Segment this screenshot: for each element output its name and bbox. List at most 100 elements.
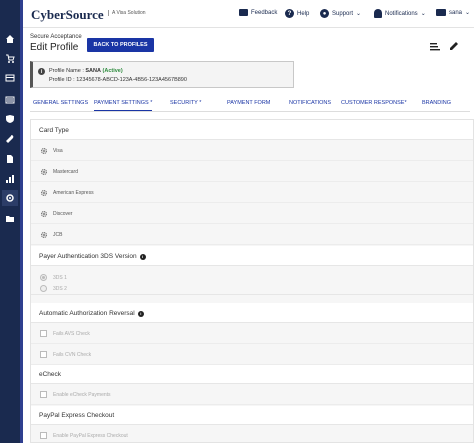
tab-branding[interactable]: BRANDING bbox=[422, 100, 451, 106]
sidebar bbox=[0, 0, 23, 443]
card-type-title: Card Type bbox=[39, 127, 69, 134]
bank-icon[interactable] bbox=[4, 94, 16, 106]
folder-icon[interactable] bbox=[4, 213, 16, 225]
auth-reversal-title: Automatic Authorization Reversal i bbox=[39, 310, 144, 317]
profile-id-line: Profile ID : 12345678-ABCD-123A-4B56-123… bbox=[49, 77, 187, 83]
info-icon[interactable]: i bbox=[139, 253, 146, 260]
avs-label: Fails AVS Check bbox=[53, 331, 90, 337]
payer-auth-section: Payer Authentication 3DS Version i bbox=[31, 246, 473, 266]
radio-3ds2-label: 3DS 2 bbox=[53, 286, 67, 292]
user-icon bbox=[436, 9, 446, 16]
list-view-icon[interactable] bbox=[430, 43, 440, 51]
profile-id-value: 12345678-ABCD-123A-4B56-123A4567B890 bbox=[76, 77, 187, 83]
paypal-section: PayPal Express Checkout bbox=[31, 406, 473, 425]
gear-icon[interactable] bbox=[40, 210, 48, 218]
support-icon: ● bbox=[320, 9, 329, 18]
notifications-menu[interactable]: Notifications ⌄ bbox=[374, 9, 426, 18]
tab-payment-settings[interactable]: PAYMENT SETTINGS * bbox=[94, 100, 153, 111]
support-label: Support bbox=[332, 10, 354, 17]
avs-check-row[interactable]: Fails AVS Check bbox=[31, 324, 473, 344]
edit-pencil-icon[interactable] bbox=[449, 41, 459, 51]
paypal-row[interactable]: Enable PayPal Express Checkout bbox=[31, 426, 473, 442]
gear-icon[interactable] bbox=[40, 231, 48, 239]
shield-icon[interactable] bbox=[4, 113, 16, 125]
card-option-label: Mastercard bbox=[53, 169, 79, 175]
home-icon[interactable] bbox=[4, 33, 16, 45]
gear-icon[interactable] bbox=[40, 189, 48, 197]
echeck-section: eCheck bbox=[31, 365, 473, 384]
echeck-label: Enable eCheck Payments bbox=[53, 392, 111, 398]
auth-reversal-title-text: Automatic Authorization Reversal bbox=[39, 310, 135, 317]
info-icon: i bbox=[38, 68, 45, 75]
paypal-title: PayPal Express Checkout bbox=[39, 412, 115, 419]
tab-payment-form[interactable]: PAYMENT FORM bbox=[227, 100, 270, 106]
chevron-down-icon: ⌄ bbox=[356, 11, 362, 17]
user-name: sana bbox=[449, 9, 463, 16]
payment-settings-panel: Card Type Visa Mastercard American Expre… bbox=[30, 119, 474, 443]
settings-tabs: GENERAL SETTINGS PAYMENT SETTINGS * SECU… bbox=[30, 98, 470, 112]
radio-3ds2[interactable] bbox=[40, 285, 47, 292]
card-option-label: American Express bbox=[53, 190, 94, 196]
card-option-discover[interactable]: Discover bbox=[31, 204, 473, 224]
top-header: CyberSource A Visa Solution Feedback ? H… bbox=[23, 0, 474, 28]
echeck-row[interactable]: Enable eCheck Payments bbox=[31, 385, 473, 405]
auth-reversal-section: Automatic Authorization Reversal i bbox=[31, 303, 473, 323]
brand-logo: CyberSource bbox=[31, 7, 104, 22]
echeck-checkbox[interactable] bbox=[40, 391, 47, 398]
feedback-icon bbox=[239, 9, 248, 16]
gear-icon[interactable] bbox=[40, 168, 48, 176]
card-option-label: Discover bbox=[53, 211, 73, 217]
profile-name-label: Profile Name : bbox=[49, 68, 84, 74]
payer-auth-options: 3DS 1 3DS 2 bbox=[31, 267, 473, 295]
user-menu[interactable]: sana ⌄ bbox=[436, 9, 470, 16]
help-link[interactable]: ? Help bbox=[285, 9, 309, 18]
info-icon[interactable]: i bbox=[137, 310, 144, 317]
card-icon[interactable] bbox=[4, 72, 16, 84]
echeck-title: eCheck bbox=[39, 371, 62, 378]
payer-auth-title-text: Payer Authentication 3DS Version bbox=[39, 253, 137, 260]
wrench-icon[interactable] bbox=[4, 133, 16, 145]
paypal-label: Enable PayPal Express Checkout bbox=[53, 433, 128, 439]
bell-icon bbox=[374, 9, 382, 18]
profile-status: (Active) bbox=[102, 68, 123, 74]
card-option-visa[interactable]: Visa bbox=[31, 141, 473, 161]
document-icon[interactable] bbox=[4, 153, 16, 165]
tab-customer-response[interactable]: CUSTOMER RESPONSE* bbox=[341, 100, 407, 106]
breadcrumb[interactable]: Secure Acceptance bbox=[30, 34, 82, 40]
help-label: Help bbox=[297, 10, 310, 17]
profile-id-label: Profile ID : bbox=[49, 77, 75, 83]
profile-name-value: SANA bbox=[85, 68, 101, 74]
settings-gear-icon[interactable] bbox=[2, 190, 18, 206]
card-type-section: Card Type bbox=[31, 120, 473, 140]
support-menu[interactable]: ● Support ⌄ bbox=[320, 9, 361, 18]
page-title: Edit Profile bbox=[30, 42, 79, 53]
cvn-checkbox[interactable] bbox=[40, 351, 47, 358]
profile-info-box: i Profile Name : SANA (Active) Profile I… bbox=[30, 61, 294, 88]
card-option-amex[interactable]: American Express bbox=[31, 183, 473, 203]
sidebar-accent bbox=[20, 0, 23, 443]
cvn-check-row[interactable]: Fails CVN Check bbox=[31, 345, 473, 365]
gear-icon[interactable] bbox=[40, 147, 48, 155]
card-option-label: JCB bbox=[53, 232, 63, 238]
payer-auth-title: Payer Authentication 3DS Version i bbox=[39, 253, 146, 260]
paypal-checkbox[interactable] bbox=[40, 432, 47, 439]
back-to-profiles-button[interactable]: BACK TO PROFILES bbox=[87, 38, 154, 52]
tab-notifications[interactable]: NOTIFICATIONS bbox=[289, 100, 331, 106]
cart-icon[interactable] bbox=[4, 53, 16, 65]
feedback-link[interactable]: Feedback bbox=[239, 9, 277, 16]
avs-checkbox[interactable] bbox=[40, 330, 47, 337]
chart-icon[interactable] bbox=[4, 173, 16, 185]
brand-subtitle: A Visa Solution bbox=[108, 10, 146, 16]
radio-3ds1[interactable] bbox=[40, 274, 47, 281]
profile-name-line: Profile Name : SANA (Active) bbox=[49, 68, 123, 74]
feedback-label: Feedback bbox=[251, 9, 278, 16]
help-icon: ? bbox=[285, 9, 294, 18]
card-option-mastercard[interactable]: Mastercard bbox=[31, 162, 473, 182]
chevron-down-icon: ⌄ bbox=[420, 11, 426, 17]
card-option-jcb[interactable]: JCB bbox=[31, 225, 473, 245]
tab-security[interactable]: SECURITY * bbox=[170, 100, 201, 106]
chevron-down-icon: ⌄ bbox=[465, 10, 471, 16]
notifications-label: Notifications bbox=[385, 10, 418, 17]
radio-3ds1-label: 3DS 1 bbox=[53, 275, 67, 281]
tab-general-settings[interactable]: GENERAL SETTINGS bbox=[33, 100, 88, 106]
